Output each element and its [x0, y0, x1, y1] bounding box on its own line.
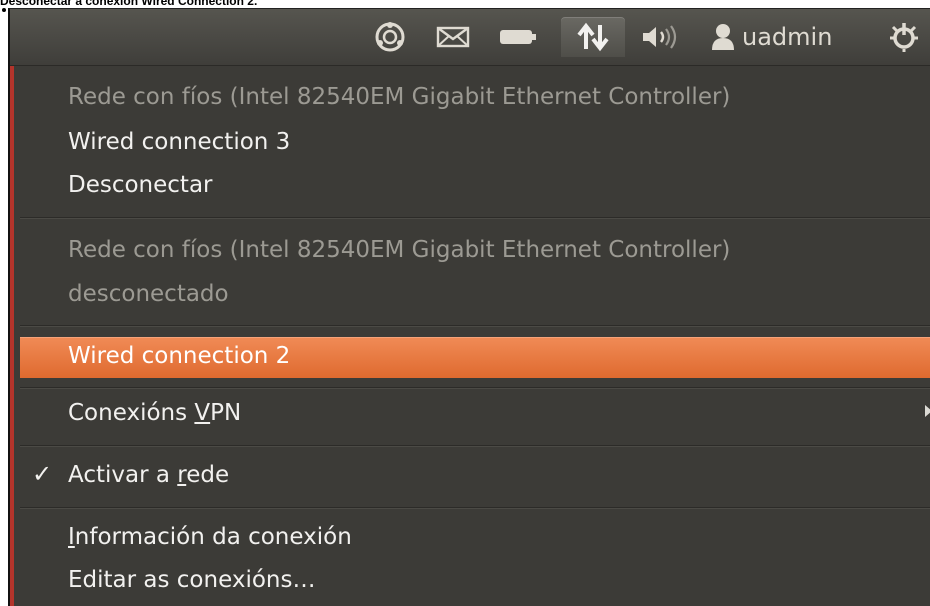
power-icon: [890, 23, 918, 52]
network-updown-icon: [577, 22, 609, 52]
menu-item-label-part: Conexións: [68, 400, 195, 426]
menu-item-label-part: ede: [186, 462, 230, 488]
menu-item-wired-connection-3[interactable]: Wired connection 3: [68, 127, 290, 157]
menu-item-label-part: Activar a: [68, 462, 178, 488]
caption-bullet: [2, 8, 6, 12]
menu-item-label-part: nformación da conexión: [74, 524, 352, 550]
menu-item-label: Wired connection 2: [68, 343, 291, 369]
username-label: uadmin: [742, 23, 833, 51]
messaging-indicator[interactable]: [426, 17, 480, 57]
menu-separator: [20, 387, 930, 389]
menu-item-wired-connection-2[interactable]: Wired connection 2: [20, 337, 930, 378]
user-icon: [712, 24, 734, 50]
network-indicator[interactable]: [561, 17, 625, 57]
device-header-1: Rede con fíos (Intel 82540EM Gigabit Eth…: [68, 84, 731, 110]
screenshot-caption: Desconectar a conexión Wired Connection …: [0, 0, 258, 8]
user-menu[interactable]: uadmin: [710, 17, 878, 57]
battery-indicator[interactable]: [488, 17, 548, 57]
mnemonic-letter: I: [68, 524, 75, 550]
ubuntu-one-icon: [375, 22, 405, 52]
sound-indicator[interactable]: [630, 17, 692, 57]
device-header-2: Rede con fíos (Intel 82540EM Gigabit Eth…: [68, 237, 731, 263]
menu-item-connection-info[interactable]: Información da conexión: [68, 522, 352, 552]
session-indicator[interactable]: [880, 17, 928, 57]
desktop-frame: uadmin Rede con fíos (Intel 82540EM Giga…: [8, 8, 930, 606]
menu-item-edit-connections[interactable]: Editar as conexións…: [68, 565, 315, 595]
device-status-disconnected: desconectado: [68, 281, 229, 307]
volume-icon: [643, 25, 677, 49]
submenu-arrow-icon: [925, 405, 930, 417]
mnemonic-letter: V: [194, 400, 211, 426]
checkmark-icon: ✓: [32, 460, 53, 488]
top-panel: uadmin: [10, 9, 930, 66]
menu-item-enable-network[interactable]: Activar a rede: [68, 460, 229, 490]
battery-icon: [500, 30, 536, 44]
menu-separator: [20, 325, 930, 327]
mail-icon: [436, 26, 470, 48]
ubuntu-one-indicator[interactable]: [364, 17, 416, 57]
menu-separator: [20, 217, 930, 219]
menu-item-label-part: PN: [210, 400, 242, 426]
menu-item-disconnect[interactable]: Desconectar: [68, 170, 213, 200]
mnemonic-letter: r: [177, 462, 187, 488]
menu-separator: [20, 445, 930, 447]
menu-separator: [20, 507, 930, 509]
window-edge-accent: [10, 66, 14, 606]
menu-item-vpn-connections[interactable]: Conexións VPN: [68, 398, 241, 428]
